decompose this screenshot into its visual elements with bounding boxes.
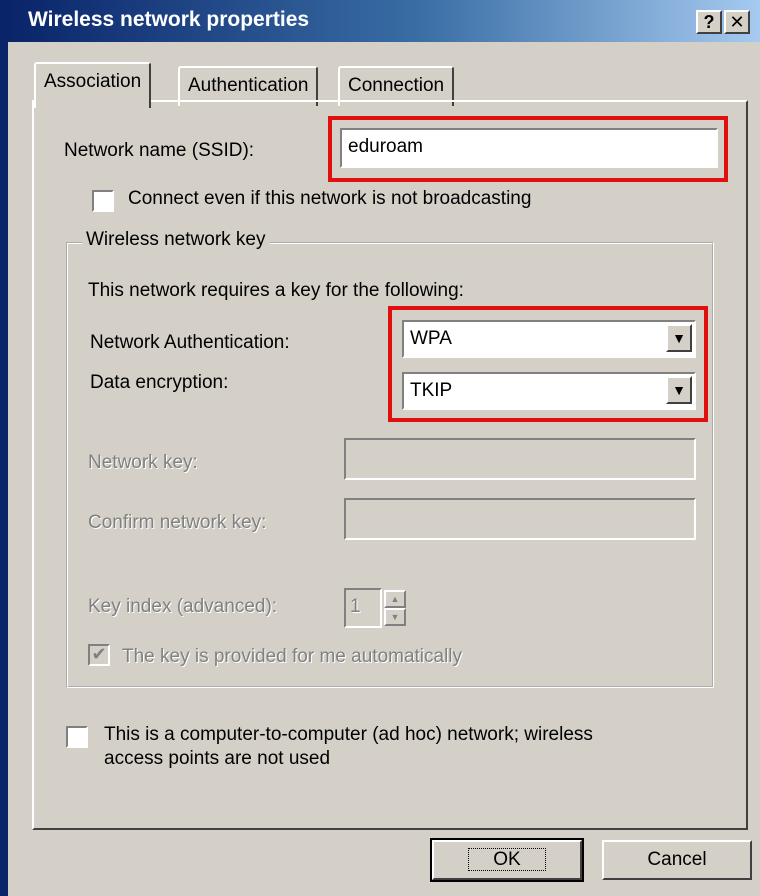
check-icon: ✔: [91, 644, 107, 664]
broadcast-checkbox-label: Connect even if this network is not broa…: [128, 188, 532, 209]
cancel-button[interactable]: Cancel: [602, 840, 752, 880]
network-key-input[interactable]: [344, 438, 696, 480]
help-button[interactable]: ?: [696, 10, 722, 34]
tab-association-label: Association: [44, 71, 142, 92]
window-left-edge: [0, 0, 8, 896]
help-icon: ?: [703, 12, 715, 32]
tab-authentication-label: Authentication: [188, 75, 309, 96]
close-button[interactable]: ✕: [724, 10, 750, 34]
encryption-value: TKIP: [410, 380, 453, 401]
key-requirement-text: This network requires a key for the foll…: [88, 280, 464, 301]
adhoc-label-line1: This is a computer-to-computer (ad hoc) …: [104, 724, 593, 745]
ssid-highlight-box: [328, 116, 728, 182]
encryption-dropdown[interactable]: TKIP ▼: [402, 372, 696, 410]
ok-button-label: OK: [468, 848, 546, 871]
ok-button[interactable]: OK: [430, 838, 584, 882]
wireless-key-group-title: Wireless network key: [82, 229, 270, 251]
auto-key-checkbox[interactable]: ✔: [88, 644, 110, 666]
auth-dropdown-chevron-icon[interactable]: ▼: [666, 324, 692, 352]
auth-value: WPA: [410, 328, 452, 349]
window-title: Wireless network properties: [28, 8, 310, 31]
dialog-window: Wireless network properties ? ✕ Associat…: [0, 0, 760, 896]
key-index-label: Key index (advanced):: [88, 596, 278, 617]
key-index-up-icon[interactable]: ▲: [384, 590, 406, 608]
tab-connection-label: Connection: [348, 75, 445, 96]
ssid-label: Network name (SSID):: [64, 140, 255, 161]
adhoc-checkbox[interactable]: [66, 726, 88, 748]
adhoc-label-line2: access points are not used: [104, 748, 331, 769]
encryption-label: Data encryption:: [90, 372, 229, 393]
broadcast-checkbox[interactable]: [92, 190, 114, 212]
auth-dropdown[interactable]: WPA ▼: [402, 320, 696, 358]
auth-label: Network Authentication:: [90, 332, 290, 353]
encryption-dropdown-chevron-icon[interactable]: ▼: [666, 376, 692, 404]
network-key-label: Network key:: [88, 452, 198, 473]
auto-key-label: The key is provided for me automatically: [122, 646, 463, 667]
key-index-down-icon[interactable]: ▼: [384, 608, 406, 626]
confirm-key-label: Confirm network key:: [88, 512, 267, 533]
title-bar[interactable]: Wireless network properties ? ✕: [8, 0, 760, 42]
close-icon: ✕: [729, 12, 745, 32]
key-index-value: 1: [350, 596, 361, 617]
key-index-input[interactable]: 1: [344, 588, 382, 628]
cancel-button-label: Cancel: [647, 849, 707, 870]
tab-association[interactable]: Association: [34, 62, 152, 108]
confirm-key-input[interactable]: [344, 498, 696, 540]
